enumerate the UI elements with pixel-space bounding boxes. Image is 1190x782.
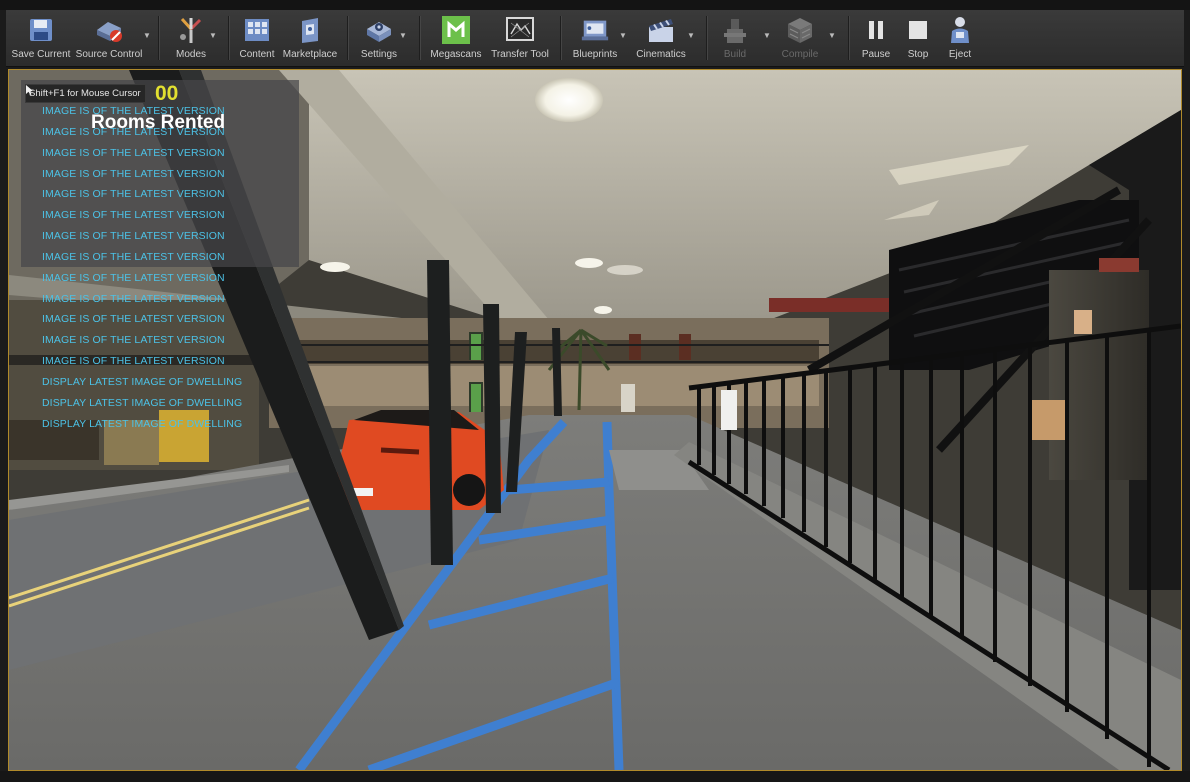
source-control-button[interactable]: Source Control: [76, 10, 142, 66]
transfer-tool-icon: [505, 15, 535, 45]
debug-message: IMAGE IS OF THE LATEST VERSION: [42, 355, 225, 368]
toolbar-separator: [848, 16, 850, 60]
debug-message: IMAGE IS OF THE LATEST VERSION: [42, 271, 225, 284]
debug-message: IMAGE IS OF THE LATEST VERSION: [42, 292, 225, 305]
bottom-strip: [0, 771, 1190, 782]
megascans-button[interactable]: Megascans: [426, 10, 486, 66]
game-viewport[interactable]: 00 Rooms Rented IMAGE IS OF THE LATEST V…: [8, 69, 1182, 771]
debug-message: IMAGE IS OF THE LATEST VERSION: [42, 167, 225, 180]
level-editor-toolbar: Save Current Source Control ▼ Modes ▼ Co…: [6, 10, 1184, 67]
debug-message: DISPLAY LATEST IMAGE OF DWELLING: [42, 375, 243, 388]
compile-button[interactable]: Compile: [776, 10, 824, 66]
debug-message: IMAGE IS OF THE LATEST VERSION: [42, 146, 225, 159]
toolbar-separator: [706, 16, 708, 60]
blueprints-dropdown-icon[interactable]: ▼: [619, 31, 627, 40]
debug-message-log: IMAGE IS OF THE LATEST VERSION IMAGE IS …: [42, 103, 242, 437]
title-strip: [0, 0, 1190, 10]
eject-icon: [945, 15, 975, 45]
debug-message: DISPLAY LATEST IMAGE OF DWELLING: [42, 396, 243, 409]
transfer-tool-button[interactable]: Transfer Tool: [488, 10, 552, 66]
cinematics-dropdown-icon[interactable]: ▼: [687, 31, 695, 40]
build-icon: [720, 15, 750, 45]
build-button[interactable]: Build: [714, 10, 756, 66]
compile-dropdown-icon[interactable]: ▼: [828, 31, 836, 40]
stop-icon: [903, 15, 933, 45]
debug-message: DISPLAY LATEST IMAGE OF DWELLING: [42, 417, 243, 430]
modes-icon: [176, 15, 206, 45]
cinematics-button[interactable]: Cinematics: [632, 10, 690, 66]
stop-button[interactable]: Stop: [900, 10, 936, 66]
blueprints-icon: [580, 15, 610, 45]
toolbar-separator: [560, 16, 562, 60]
toolbar-separator: [158, 16, 160, 60]
megascans-icon: [441, 15, 471, 45]
toolbar-separator: [347, 16, 349, 60]
ceiling-lamp: [535, 78, 603, 122]
settings-icon: [364, 15, 394, 45]
modes-dropdown-icon[interactable]: ▼: [209, 31, 217, 40]
build-dropdown-icon[interactable]: ▼: [763, 31, 771, 40]
content-button[interactable]: Content: [234, 10, 280, 66]
debug-message: IMAGE IS OF THE LATEST VERSION: [42, 334, 225, 347]
debug-message: IMAGE IS OF THE LATEST VERSION: [42, 188, 225, 201]
save-current-button[interactable]: Save Current: [12, 10, 70, 66]
debug-message: IMAGE IS OF THE LATEST VERSION: [42, 125, 225, 138]
save-icon: [26, 15, 56, 45]
debug-message: IMAGE IS OF THE LATEST VERSION: [42, 313, 225, 326]
eject-button[interactable]: Eject: [942, 10, 978, 66]
debug-message: IMAGE IS OF THE LATEST VERSION: [42, 230, 225, 243]
marketplace-icon: [295, 15, 325, 45]
marketplace-button[interactable]: Marketplace: [280, 10, 340, 66]
debug-message: IMAGE IS OF THE LATEST VERSION: [42, 105, 225, 117]
pause-icon: [861, 15, 891, 45]
settings-dropdown-icon[interactable]: ▼: [399, 31, 407, 40]
blueprints-button[interactable]: Blueprints: [568, 10, 622, 66]
source-control-dropdown-icon[interactable]: ▼: [143, 31, 151, 40]
debug-message: IMAGE IS OF THE LATEST VERSION: [42, 250, 225, 263]
pause-button[interactable]: Pause: [858, 10, 894, 66]
toolbar-separator: [228, 16, 230, 60]
source-control-icon: [94, 15, 124, 45]
mouse-cursor-hint: Shift+F1 for Mouse Cursor: [25, 84, 146, 103]
compile-icon: [785, 15, 815, 45]
settings-button[interactable]: Settings: [354, 10, 404, 66]
toolbar-separator: [419, 16, 421, 60]
mouse-cursor-icon: [26, 85, 33, 95]
content-icon: [242, 15, 272, 45]
debug-message: IMAGE IS OF THE LATEST VERSION: [42, 209, 225, 222]
cinematics-icon: [646, 15, 676, 45]
